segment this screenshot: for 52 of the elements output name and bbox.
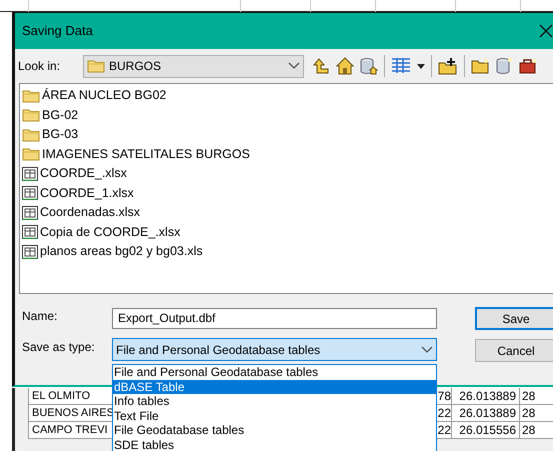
folder-icon: [22, 147, 40, 162]
table-file-icon: [22, 225, 38, 240]
table-file-icon: [22, 244, 38, 259]
file-list-item[interactable]: COORDE_.xlsx: [22, 164, 553, 184]
table-file-icon: [22, 166, 38, 181]
file-list-item[interactable]: Coordenadas.xlsx: [22, 203, 553, 222]
look-in-label: Look in:: [18, 58, 62, 75]
cancel-button[interactable]: Cancel: [475, 339, 553, 362]
folder-icon: [22, 128, 40, 142]
look-in-dropdown[interactable]: BURGOS: [83, 54, 304, 78]
dropdown-option[interactable]: SDE tables: [113, 438, 436, 451]
dropdown-option[interactable]: Info tables: [113, 394, 436, 408]
save-as-type-label: Save as type:: [22, 339, 96, 356]
connect-folder-icon[interactable]: [438, 57, 458, 75]
file-list-item[interactable]: ÁREA NUCLEO BG02: [22, 86, 553, 106]
file-list-item[interactable]: COORDE_1.xlsx: [22, 184, 553, 203]
toolbox-icon[interactable]: [519, 57, 537, 75]
folder-icon: [87, 59, 105, 73]
table-cell: 26.015556: [452, 422, 520, 438]
chevron-down-icon: [421, 346, 433, 354]
folder-icon: [22, 88, 40, 103]
home-icon[interactable]: [336, 57, 354, 75]
table-cell-text: 28: [521, 405, 536, 421]
chevron-down-icon: [288, 62, 300, 70]
table-cell-text: 28: [521, 388, 536, 404]
database-home-icon[interactable]: [360, 57, 378, 75]
file-list-item[interactable]: BG-02: [22, 106, 553, 125]
file-list-item[interactable]: Copia de COORDE_.xlsx: [22, 222, 553, 242]
name-field[interactable]: Export_Output.dbf: [112, 308, 437, 328]
new-folder-icon[interactable]: [471, 58, 489, 74]
table-cell-text: 28: [521, 422, 536, 438]
file-list-item[interactable]: BG-03: [22, 125, 553, 144]
up-arrow-icon[interactable]: [312, 57, 330, 75]
list-view-icon[interactable]: [391, 57, 411, 75]
table-file-icon: [22, 206, 38, 220]
table-file-icon: [22, 186, 38, 200]
dropdown-option[interactable]: Text File: [113, 408, 436, 423]
folder-icon: [22, 108, 40, 122]
dropdown-arrow-icon[interactable]: [417, 64, 425, 68]
save-as-type-dropdown[interactable]: File and Personal Geodatabase tables: [112, 338, 437, 361]
save-button[interactable]: Save: [475, 307, 553, 330]
close-icon[interactable]: [539, 24, 553, 38]
file-list-item[interactable]: IMAGENES SATELITALES BURGOS: [22, 144, 553, 164]
window-title: Saving Data: [22, 22, 93, 40]
table-cell: 26.013889: [452, 405, 520, 421]
table-cell: 26.013889: [452, 388, 520, 404]
new-database-icon[interactable]: [495, 57, 513, 75]
dropdown-option[interactable]: dBASE Table: [113, 380, 436, 394]
dropdown-option[interactable]: File and Personal Geodatabase tables: [113, 365, 436, 380]
dropdown-option[interactable]: File Geodatabase tables: [113, 423, 436, 438]
name-label: Name:: [22, 308, 58, 324]
file-list-item[interactable]: planos areas bg02 y bg03.xls: [22, 242, 553, 262]
